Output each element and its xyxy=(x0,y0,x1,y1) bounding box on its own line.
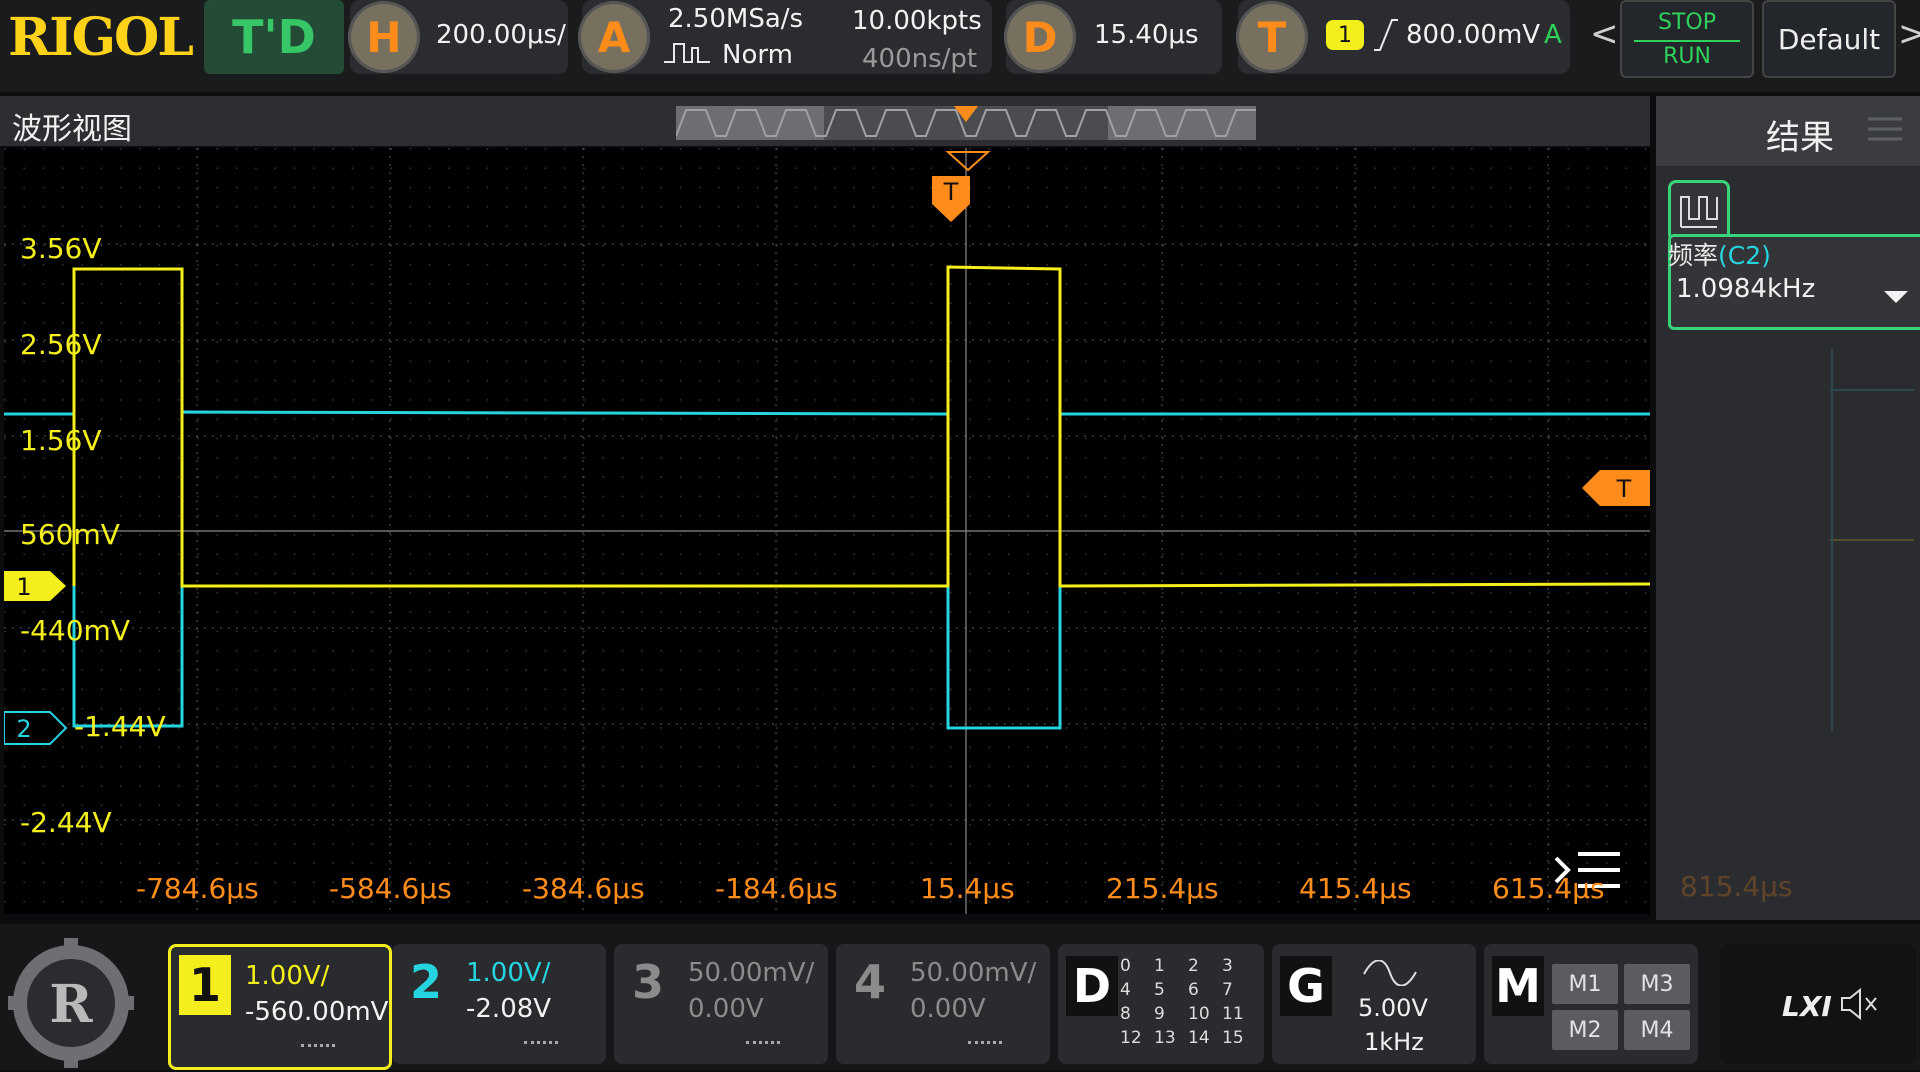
lxi-logo: LXI xyxy=(1782,990,1832,1023)
rising-edge-icon xyxy=(1372,16,1400,54)
y-label: -440mV xyxy=(20,614,130,647)
svg-text:T: T xyxy=(943,178,959,206)
dc-coupling-icon xyxy=(524,1041,558,1052)
x-label: 15.4μs xyxy=(920,872,1015,905)
run-label: RUN xyxy=(1663,44,1711,69)
trigger-source-badge: 1 xyxy=(1326,20,1364,50)
delay-icon[interactable]: D xyxy=(1004,1,1076,73)
dc-coupling-icon xyxy=(746,1041,780,1052)
channel-3-offset: 0.00V xyxy=(688,994,764,1024)
memory-overview-bar[interactable] xyxy=(675,106,1256,140)
x-label-ghost: 815.4μs xyxy=(1680,870,1793,903)
y-label: 560mV xyxy=(20,518,120,551)
chevron-down-icon[interactable] xyxy=(1884,290,1908,304)
x-label: -384.6μs xyxy=(522,872,645,905)
channel-2-scale: 1.00V/ xyxy=(466,958,551,988)
math-m1-button[interactable]: M1 xyxy=(1552,964,1618,1004)
waveform-screen[interactable]: T T 1 2 3.56V 2.56V 1.56V 560mV -440mV -… xyxy=(3,148,1651,914)
dc-coupling-icon xyxy=(301,1044,335,1055)
x-label: 215.4μs xyxy=(1106,872,1219,905)
x-label: -784.6μs xyxy=(136,872,259,905)
svg-text:2: 2 xyxy=(16,715,31,743)
x-label: 615.4μs xyxy=(1492,872,1605,905)
default-button[interactable]: Default xyxy=(1762,0,1896,78)
sample-rate: 2.50MSa/s xyxy=(668,4,804,34)
chevron-right-icon[interactable]: > xyxy=(1898,14,1920,54)
channel-3-panel[interactable]: 3 50.00mV/ 0.00V xyxy=(614,944,828,1064)
channel-1-scale: 1.00V/ xyxy=(245,961,330,991)
channel-4-offset: 0.00V xyxy=(910,994,986,1024)
results-header: 结果 xyxy=(1656,96,1920,166)
channel-4-panel[interactable]: 4 50.00mV/ 0.00V xyxy=(836,944,1050,1064)
channel-2-offset: -2.08V xyxy=(466,994,552,1024)
time-resolution: 400ns/pt xyxy=(862,44,978,74)
generator-frequency: 1kHz xyxy=(1364,1028,1424,1056)
acquire-mode-icon xyxy=(662,38,714,66)
dc-coupling-icon xyxy=(968,1041,1002,1052)
waveform-grid: T T 1 2 xyxy=(3,148,1651,914)
results-title: 结果 xyxy=(1766,118,1834,158)
horizontal-icon[interactable]: H xyxy=(348,1,420,73)
math-m4-button[interactable]: M4 xyxy=(1624,1010,1690,1050)
math-label: M xyxy=(1492,956,1544,1016)
x-label: 415.4μs xyxy=(1299,872,1412,905)
trigger-level: 800.00mV xyxy=(1406,20,1541,50)
channel-1-number: 1 xyxy=(179,955,231,1015)
channel-1-panel[interactable]: 1 1.00V/ -560.00mV xyxy=(168,944,392,1070)
timebase-mode-button[interactable]: T'D xyxy=(204,0,344,74)
trigger-sweep: A xyxy=(1544,20,1562,50)
waveform-view-title: 波形视图 xyxy=(12,112,132,147)
acquire-mode: Norm xyxy=(722,40,793,70)
math-panel[interactable]: M M1 M3 M2 M4 xyxy=(1484,944,1698,1064)
y-label: 1.56V xyxy=(20,424,102,457)
digital-channels-panel[interactable]: D 0123 4567 8 9 10 11 12 13 14 15 xyxy=(1058,944,1264,1064)
svg-text:1: 1 xyxy=(16,573,31,601)
horizontal-scale: 200.00μs/ xyxy=(436,20,566,50)
math-m3-button[interactable]: M3 xyxy=(1624,964,1690,1004)
generator-label: G xyxy=(1280,956,1332,1016)
y-label: -1.44V xyxy=(74,710,166,743)
chevron-left-icon[interactable]: < xyxy=(1590,14,1619,54)
rigol-logo: RIGOL xyxy=(8,6,194,68)
channel-3-number: 3 xyxy=(631,955,664,1009)
results-ghost-trace xyxy=(1830,330,1914,730)
y-label: 3.56V xyxy=(20,232,102,265)
acquire-icon[interactable]: A xyxy=(578,1,650,73)
channel-1-offset: -560.00mV xyxy=(245,997,389,1027)
measure-label: 频率(C2) xyxy=(1668,241,1771,270)
generator-panel[interactable]: G 5.00V 1kHz xyxy=(1272,944,1476,1064)
svg-text:R: R xyxy=(49,974,93,1035)
stop-label: STOP xyxy=(1658,10,1716,35)
memory-depth: 10.00kpts xyxy=(852,6,982,36)
y-label: 2.56V xyxy=(20,328,102,361)
digital-label: D xyxy=(1066,956,1118,1016)
list-icon[interactable] xyxy=(1868,116,1902,142)
delay-value: 15.40μs xyxy=(1094,20,1199,50)
sine-wave-icon xyxy=(1362,959,1418,987)
speaker-mute-icon[interactable] xyxy=(1838,986,1882,1022)
digital-channel-grid: 0123 4567 8 9 10 11 12 13 14 15 xyxy=(1120,956,1244,1048)
measure-value: 1.0984kHz xyxy=(1676,274,1816,304)
x-label: -184.6μs xyxy=(715,872,838,905)
generator-amplitude: 5.00V xyxy=(1358,994,1428,1022)
channel-4-scale: 50.00mV/ xyxy=(910,958,1037,988)
channel-3-scale: 50.00mV/ xyxy=(688,958,815,988)
x-label: -584.6μs xyxy=(329,872,452,905)
svg-text:T: T xyxy=(1616,475,1632,503)
channel-2-panel[interactable]: 2 1.00V/ -2.08V xyxy=(392,944,606,1064)
channel-2-number: 2 xyxy=(409,955,442,1009)
channel-4-number: 4 xyxy=(853,955,886,1009)
trigger-icon[interactable]: T xyxy=(1236,1,1308,73)
stop-run-button[interactable]: STOP RUN xyxy=(1620,0,1754,78)
y-label: -2.44V xyxy=(20,806,112,839)
measure-icon[interactable] xyxy=(1668,180,1730,242)
math-m2-button[interactable]: M2 xyxy=(1552,1010,1618,1050)
home-gear-icon[interactable]: R xyxy=(4,938,138,1068)
